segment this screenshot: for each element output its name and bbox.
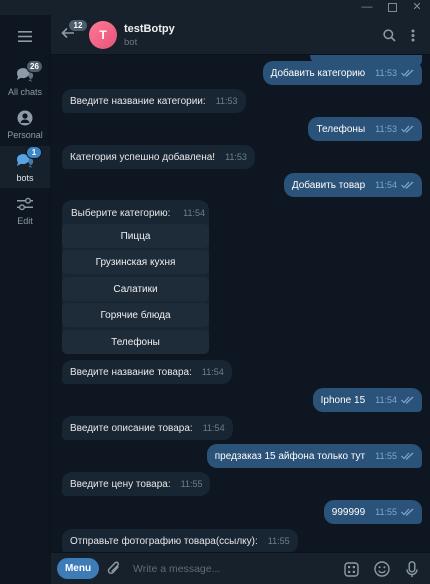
- message-bubble[interactable]: Iphone 15 11:54: [312, 388, 422, 412]
- message-time: 11:54: [183, 208, 206, 218]
- window-titlebar: — ✕: [0, 0, 430, 15]
- folder-personal[interactable]: Personal: [0, 103, 50, 145]
- folder-edit[interactable]: Edit: [0, 189, 50, 231]
- chat-bubbles-icon: 26: [14, 59, 43, 84]
- avatar[interactable]: T: [89, 21, 117, 49]
- keyboard-button-georgian-cuisine[interactable]: Грузинская кухня: [62, 250, 209, 274]
- minimize-icon[interactable]: —: [356, 0, 378, 15]
- person-icon: [14, 109, 36, 127]
- folders-sidebar: 26 All chats Personal 1 bots Edit: [0, 15, 50, 584]
- message-text: Отправьте фотографию товара(ссылку):: [70, 535, 258, 547]
- message-bubble[interactable]: Добавить категорию 11:53: [262, 61, 422, 85]
- folder-label: All chats: [7, 86, 42, 97]
- message-bubble[interactable]: Введите описание товара: 11:54: [62, 416, 233, 440]
- message-bubble[interactable]: Отправьте фотографию товара(ссылку): 11:…: [62, 529, 298, 552]
- message-bubble[interactable]: предзаказ 15 айфона только тут 11:55: [206, 444, 422, 468]
- more-options-icon[interactable]: [405, 27, 421, 43]
- folder-label: Personal: [7, 129, 43, 140]
- message-bubble[interactable]: Введите название категории: 11:53: [62, 89, 246, 113]
- keyboard-button-phones[interactable]: Телефоны: [62, 330, 209, 354]
- hamburger-menu-icon[interactable]: [0, 25, 50, 47]
- message-text: Добавить товар: [291, 179, 366, 191]
- double-check-icon: [401, 452, 414, 460]
- folder-label: Edit: [17, 215, 33, 226]
- double-check-icon: [401, 69, 414, 77]
- message-text: Введите название категории:: [70, 95, 206, 107]
- double-check-icon: [401, 125, 414, 133]
- message-time: 11:55: [375, 451, 397, 461]
- double-check-icon: [401, 396, 414, 404]
- message-text: Введите цену товара:: [70, 478, 171, 490]
- keyboard-button-hot-dishes[interactable]: Горячие блюда: [62, 303, 209, 327]
- bot-commands-icon[interactable]: [342, 560, 360, 578]
- chat-title[interactable]: testBotpy: [124, 23, 175, 35]
- paperclip-icon[interactable]: [107, 560, 123, 578]
- message-time: 11:54: [201, 367, 224, 377]
- message-text: предзаказ 15 айфона только тут: [214, 450, 366, 462]
- message-bubble[interactable]: 999999 11:55: [323, 500, 422, 524]
- search-icon[interactable]: [381, 27, 397, 43]
- message-time: 11:53: [375, 124, 397, 134]
- message-text: Введите описание товара:: [70, 422, 193, 434]
- sliders-icon: [14, 195, 36, 213]
- message-bubble[interactable]: Телефоны 11:53: [308, 117, 422, 141]
- message-text: Iphone 15: [320, 394, 366, 406]
- message-bubble[interactable]: Введите цену товара: 11:55: [62, 472, 211, 496]
- message-text: Добавить категорию: [270, 67, 366, 79]
- message-input[interactable]: [133, 560, 313, 578]
- bot-menu-button[interactable]: Menu: [57, 558, 99, 579]
- inline-keyboard-message: Выберите категорию: 11:54 Пицца Грузинск…: [62, 200, 209, 354]
- microphone-icon[interactable]: [403, 560, 421, 578]
- unread-count-badge: 12: [69, 20, 87, 31]
- unread-badge: 26: [26, 59, 43, 73]
- chat-bubbles-icon: 1: [14, 145, 42, 170]
- message-time: 11:53: [215, 96, 238, 106]
- emoji-icon[interactable]: [373, 560, 391, 578]
- message-list[interactable]: Добавить категорию 11:53 Введите названи…: [51, 55, 430, 552]
- message-time: 11:54: [202, 423, 225, 433]
- chat-status: bot: [124, 37, 138, 48]
- close-window-icon[interactable]: ✕: [406, 0, 428, 15]
- message-time: 11:55: [267, 536, 290, 546]
- folder-label: bots: [16, 172, 34, 183]
- keyboard-button-salads[interactable]: Салатики: [62, 277, 209, 301]
- chat-header: 12 T testBotpy bot: [51, 15, 430, 55]
- message-bubble[interactable]: Добавить товар 11:54: [283, 173, 422, 197]
- message-time: 11:54: [375, 180, 397, 190]
- double-check-icon: [401, 181, 414, 189]
- keyboard-button-pizza[interactable]: Пицца: [62, 224, 209, 248]
- message-text: Телефоны: [316, 123, 366, 135]
- unread-badge: 1: [26, 145, 42, 159]
- message-time: 11:53: [225, 152, 247, 162]
- double-check-icon: [401, 508, 414, 516]
- message-composer: Menu: [51, 552, 430, 584]
- message-text: Введите название товара:: [70, 366, 192, 378]
- message-time: 11:55: [180, 479, 203, 489]
- maximize-icon[interactable]: [381, 0, 403, 15]
- message-time: 11:54: [375, 395, 397, 405]
- folder-bots[interactable]: 1 bots: [0, 145, 50, 188]
- message-bubble[interactable]: Выберите категорию: 11:54: [71, 208, 205, 219]
- message-time: 11:53: [375, 68, 397, 78]
- folder-all-chats[interactable]: 26 All chats: [0, 59, 50, 102]
- message-text: Категория успешно добавлена!: [70, 151, 216, 163]
- message-text: Выберите категорию:: [71, 208, 171, 219]
- message-time: 11:55: [375, 507, 397, 517]
- message-bubble[interactable]: Введите название товара: 11:54: [62, 360, 232, 384]
- message-bubble[interactable]: Категория успешно добавлена! 11:53: [62, 145, 255, 169]
- message-text: 999999: [331, 506, 366, 518]
